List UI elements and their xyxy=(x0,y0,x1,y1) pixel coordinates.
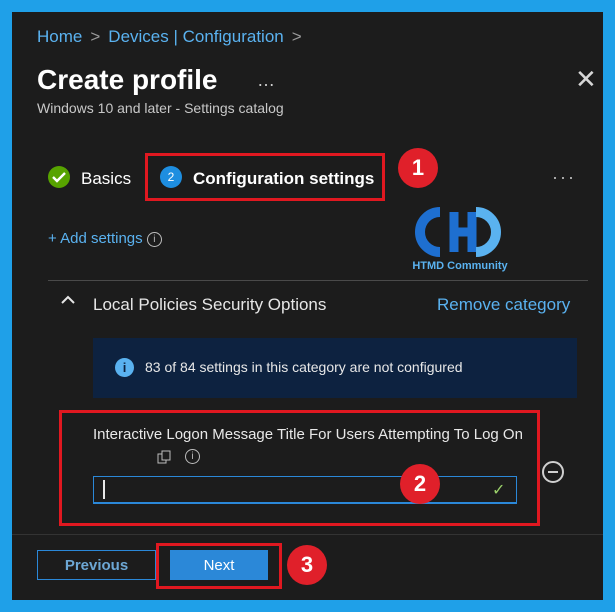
info-message-bar: i 83 of 84 settings in this category are… xyxy=(93,338,577,398)
setting-label: Interactive Logon Message Title For User… xyxy=(93,426,523,443)
step-basics[interactable]: Basics xyxy=(81,169,131,189)
add-settings-link[interactable]: + Add settings i xyxy=(48,230,162,247)
info-message-text: 83 of 84 settings in this category are n… xyxy=(145,359,463,375)
page-subtitle: Windows 10 and later - Settings catalog xyxy=(37,100,284,116)
breadcrumb-devices-configuration[interactable]: Devices | Configuration xyxy=(108,27,283,47)
page-title: Create profile xyxy=(37,64,218,95)
previous-button[interactable]: Previous xyxy=(37,550,156,580)
category-label: Local Policies Security Options xyxy=(93,295,327,314)
create-profile-panel: Home > Devices | Configuration > Create … xyxy=(12,12,603,600)
divider xyxy=(48,280,588,281)
callout-badge-1: 1 xyxy=(398,148,438,188)
add-settings-label[interactable]: + Add settings xyxy=(48,230,143,247)
remove-category-link[interactable]: Remove category xyxy=(437,295,570,315)
chevron-right-icon: > xyxy=(90,27,101,46)
breadcrumb-home[interactable]: Home xyxy=(37,27,82,47)
remove-icon[interactable] xyxy=(542,461,564,483)
close-icon[interactable]: ✕ xyxy=(575,66,597,92)
info-icon: i xyxy=(115,358,134,377)
info-icon: i xyxy=(146,231,162,247)
setting-text-input[interactable] xyxy=(93,476,517,504)
checkmark-icon xyxy=(48,166,70,188)
more-icon[interactable]: ··· xyxy=(552,167,576,188)
checkmark-icon: ✓ xyxy=(492,482,506,499)
next-button[interactable]: Next xyxy=(170,550,268,580)
text-cursor xyxy=(103,480,105,499)
callout-badge-3: 3 xyxy=(287,545,327,585)
more-icon[interactable]: … xyxy=(257,70,276,91)
footer-divider xyxy=(12,534,603,535)
setting-icons: i xyxy=(157,449,200,464)
logo-text: HTMD Community xyxy=(412,260,508,272)
step-number-badge: 2 xyxy=(160,166,182,188)
breadcrumb: Home > Devices | Configuration > xyxy=(37,27,302,47)
info-icon[interactable]: i xyxy=(185,449,200,464)
step-configuration-settings[interactable]: Configuration settings xyxy=(193,169,374,189)
chevron-up-icon[interactable] xyxy=(60,293,76,312)
callout-badge-2: 2 xyxy=(400,464,440,504)
copy-icon[interactable] xyxy=(157,450,171,464)
chevron-right-icon: > xyxy=(291,27,302,46)
